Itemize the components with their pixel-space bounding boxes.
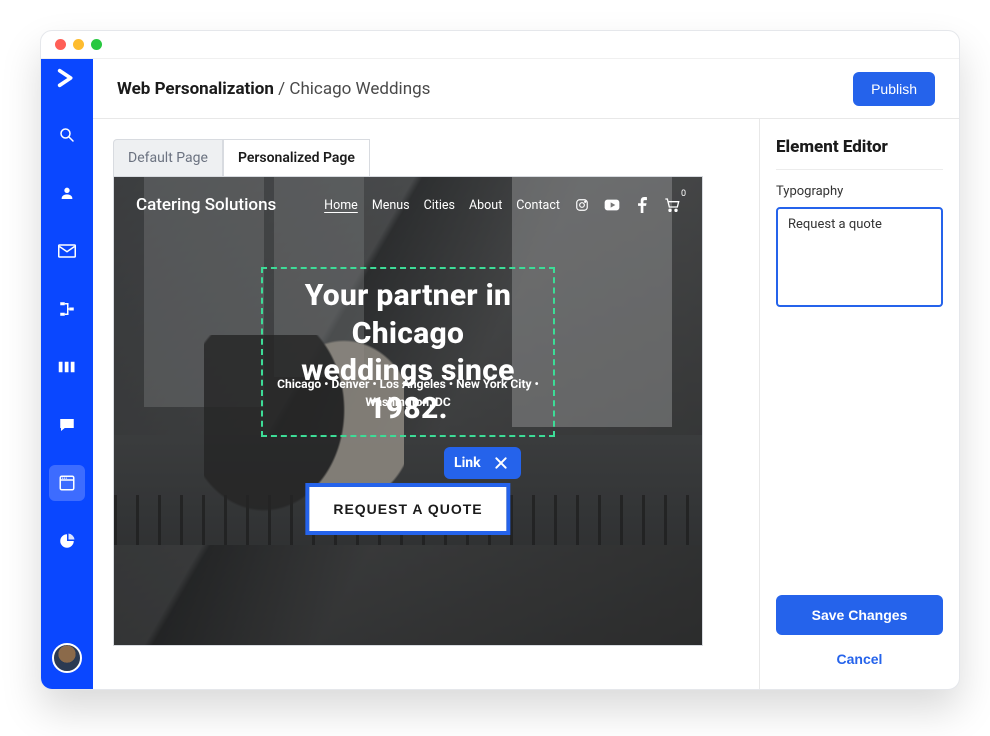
save-changes-button[interactable]: Save Changes [776, 595, 943, 635]
window-titlebar [41, 31, 959, 59]
avatar[interactable] [52, 643, 82, 673]
element-editor: Element Editor Typography Request a quot… [759, 119, 959, 689]
nav-link-menus[interactable]: Menus [372, 198, 410, 213]
locations-line2: Washington, DC [277, 395, 539, 409]
sidebar [41, 59, 93, 689]
headline-selected[interactable]: Your partner in Chicago weddings since 1… [261, 267, 555, 437]
main: Web Personalization / Chicago Weddings P… [93, 59, 959, 689]
nav-link-home[interactable]: Home [324, 198, 358, 213]
site-logo: Catering Solutions [136, 195, 276, 215]
editor-title: Element Editor [776, 137, 943, 170]
mail-icon[interactable] [49, 233, 85, 269]
locations-text: Chicago • Denver • Los Angeles • New Yor… [277, 377, 539, 409]
nav-link-about[interactable]: About [469, 198, 502, 213]
page-header: Web Personalization / Chicago Weddings P… [93, 59, 959, 119]
locations-line1: Chicago • Denver • Los Angeles • New Yor… [277, 377, 539, 391]
headline-line1: Your partner in Chicago [279, 277, 537, 352]
cta-selected[interactable]: REQUEST A QUOTE [305, 483, 510, 535]
nav-link-cities[interactable]: Cities [424, 198, 455, 213]
typography-label: Typography [776, 184, 943, 199]
facebook-icon[interactable] [634, 197, 650, 213]
reports-icon[interactable] [49, 523, 85, 559]
contacts-icon[interactable] [49, 175, 85, 211]
site-pages-icon[interactable] [49, 465, 85, 501]
site-nav: Catering Solutions Home Menus Cities Abo… [114, 195, 702, 215]
deals-icon[interactable] [49, 349, 85, 385]
cancel-button[interactable]: Cancel [776, 645, 943, 673]
search-icon[interactable] [49, 117, 85, 153]
window-minimize-dot[interactable] [73, 39, 84, 50]
nav-link-contact[interactable]: Contact [516, 198, 560, 213]
link-toolbar-label[interactable]: Link [454, 455, 481, 471]
app-window: Web Personalization / Chicago Weddings P… [40, 30, 960, 690]
sidebar-bottom [52, 643, 82, 673]
breadcrumb-section: Web Personalization [117, 79, 274, 99]
window-close-dot[interactable] [55, 39, 66, 50]
window-zoom-dot[interactable] [91, 39, 102, 50]
automations-icon[interactable] [49, 291, 85, 327]
typography-input[interactable]: Request a quote [776, 207, 943, 307]
breadcrumb-sep: / [274, 79, 289, 99]
instagram-icon[interactable] [574, 197, 590, 213]
canvas-area: Default Page Personalized Page Catering … [93, 119, 759, 689]
close-icon[interactable] [491, 453, 511, 473]
cart-badge: 0 [681, 189, 686, 199]
youtube-icon[interactable] [604, 197, 620, 213]
breadcrumb-page: Chicago Weddings [289, 79, 430, 99]
request-quote-button[interactable]: REQUEST A QUOTE [309, 487, 506, 531]
breadcrumb: Web Personalization / Chicago Weddings [117, 79, 430, 99]
brand-logo [56, 67, 78, 89]
link-toolbar: Link [444, 447, 521, 479]
tab-personalized-page[interactable]: Personalized Page [223, 139, 370, 176]
tab-default-page[interactable]: Default Page [113, 139, 223, 176]
publish-button[interactable]: Publish [853, 72, 935, 106]
cart-icon[interactable]: 0 [664, 197, 680, 213]
page-preview: Catering Solutions Home Menus Cities Abo… [113, 176, 703, 646]
conversations-icon[interactable] [49, 407, 85, 443]
site-links: Home Menus Cities About Contact [324, 197, 680, 213]
tabs: Default Page Personalized Page [113, 139, 739, 176]
